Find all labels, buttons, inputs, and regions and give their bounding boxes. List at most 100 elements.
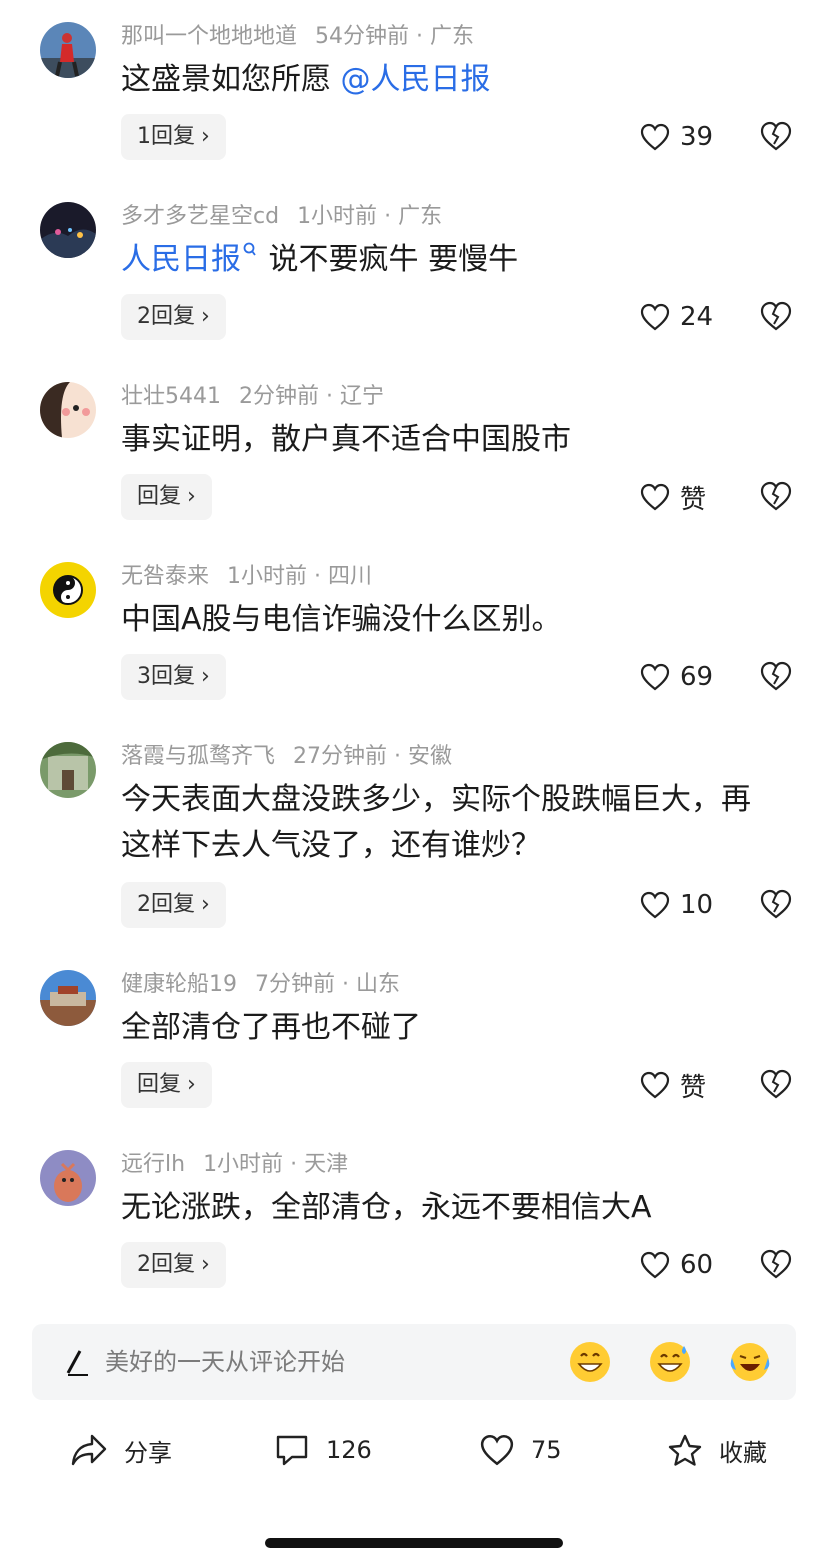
dislike-button[interactable] xyxy=(759,300,793,334)
comment-time: 1小时前 xyxy=(227,564,308,589)
search-icon xyxy=(243,242,256,256)
comment-username[interactable]: 落霞与孤鹜齐飞 xyxy=(121,744,275,769)
broken-heart-icon xyxy=(760,481,792,511)
comment-meta: 无咎泰来 1小时前 · 四川 xyxy=(121,562,372,592)
broken-heart-icon xyxy=(760,889,792,919)
reply-label: 2回复 xyxy=(137,1252,195,1277)
dislike-button[interactable] xyxy=(759,1068,793,1102)
avatar[interactable] xyxy=(40,22,96,78)
favorite-button[interactable]: 收藏 xyxy=(667,1415,767,1485)
avatar[interactable] xyxy=(40,202,96,258)
reply-button[interactable]: 2回复 › xyxy=(121,1242,226,1288)
like-button[interactable]: 赞 xyxy=(640,1062,706,1108)
comment-location: 天津 xyxy=(304,1152,349,1177)
comment-time: 1小时前 xyxy=(297,204,378,229)
comment-input[interactable]: 美好的一天从评论开始 xyxy=(32,1324,796,1400)
comment-text: 说不要疯牛 要慢牛 xyxy=(259,242,519,277)
avatar[interactable] xyxy=(40,562,96,618)
like-post-button[interactable]: 75 xyxy=(479,1415,562,1485)
like-button[interactable]: 赞 xyxy=(640,474,706,520)
comment-username[interactable]: 那叫一个地地地道 xyxy=(121,24,297,49)
comment-text: 无论涨跌，全部清仓，永远不要相信大A xyxy=(121,1190,652,1225)
home-indicator[interactable] xyxy=(265,1538,563,1548)
like-count: 24 xyxy=(680,302,714,332)
comment-body: 全部清仓了再也不碰了 xyxy=(121,1005,781,1051)
meta-separator: · xyxy=(342,972,349,997)
chevron-right-icon: › xyxy=(187,484,196,509)
avatar[interactable] xyxy=(40,742,96,798)
pen-icon xyxy=(66,1350,88,1376)
reply-label: 2回复 xyxy=(137,304,195,329)
comment-time: 2分钟前 xyxy=(239,384,319,409)
reply-label: 2回复 xyxy=(137,892,195,917)
heart-icon xyxy=(480,1435,514,1466)
star-icon xyxy=(668,1434,702,1466)
like-count: 赞 xyxy=(680,484,707,515)
comment-time: 54分钟前 xyxy=(315,24,410,49)
like-button[interactable]: 24 xyxy=(640,294,713,340)
comment-meta: 那叫一个地地地道 54分钟前 · 广东 xyxy=(121,22,474,52)
comment-text: 中国A股与电信诈骗没什么区别。 xyxy=(121,602,562,637)
comment-input-placeholder: 美好的一天从评论开始 xyxy=(105,1348,345,1376)
comment-location: 山东 xyxy=(356,972,401,997)
dislike-button[interactable] xyxy=(759,120,793,154)
reply-label: 回复 xyxy=(137,484,182,509)
comment-location: 安徽 xyxy=(408,744,453,769)
comment-username[interactable]: 健康轮船19 xyxy=(121,972,237,997)
like-button[interactable]: 10 xyxy=(640,882,713,928)
comment-username[interactable]: 远行lh xyxy=(121,1152,185,1177)
reply-button[interactable]: 回复 › xyxy=(121,1062,212,1108)
chevron-right-icon: › xyxy=(201,124,210,149)
bottom-action-bar: 分享 126 75 收藏 xyxy=(0,1415,828,1485)
comment-username[interactable]: 多才多艺星空cd xyxy=(121,204,279,229)
mention-link[interactable]: @人民日报 xyxy=(341,62,491,97)
mention-link[interactable]: 人民日报 xyxy=(121,242,241,277)
heart-icon xyxy=(640,1071,670,1099)
comment-text: 这盛景如您所愿 xyxy=(121,62,341,97)
sweat-smile-emoji-icon[interactable] xyxy=(648,1340,692,1384)
comment-time: 1小时前 xyxy=(203,1152,284,1177)
reply-button[interactable]: 2回复 › xyxy=(121,294,226,340)
reply-button[interactable]: 回复 › xyxy=(121,474,212,520)
comment-count: 126 xyxy=(326,1436,372,1464)
dislike-button[interactable] xyxy=(759,480,793,514)
like-count: 60 xyxy=(680,1250,714,1280)
comment-location: 四川 xyxy=(328,564,373,589)
reply-label: 1回复 xyxy=(137,124,195,149)
dislike-button[interactable] xyxy=(759,1248,793,1282)
dislike-button[interactable] xyxy=(759,660,793,694)
comment-count-button[interactable]: 126 xyxy=(274,1415,372,1485)
comment-body: 今天表面大盘没跌多少，实际个股跌幅巨大，再这样下去人气没了，还有谁炒？ xyxy=(121,777,771,869)
like-button[interactable]: 39 xyxy=(640,114,713,160)
comment-body: 事实证明，散户真不适合中国股市 xyxy=(121,417,781,463)
comment-meta: 远行lh 1小时前 · 天津 xyxy=(121,1150,348,1180)
reply-button[interactable]: 3回复 › xyxy=(121,654,226,700)
crying-laugh-emoji-icon[interactable] xyxy=(728,1340,772,1384)
broken-heart-icon xyxy=(760,121,792,151)
comment-text: 今天表面大盘没跌多少，实际个股跌幅巨大，再这样下去人气没了，还有谁炒？ xyxy=(121,782,751,863)
share-button[interactable]: 分享 xyxy=(70,1415,172,1485)
reply-label: 回复 xyxy=(137,1072,182,1097)
heart-icon xyxy=(640,891,670,919)
comment-location: 广东 xyxy=(398,204,443,229)
reply-button[interactable]: 2回复 › xyxy=(121,882,226,928)
comment-body: 这盛景如您所愿 @人民日报 xyxy=(121,57,781,103)
chevron-right-icon: › xyxy=(201,304,210,329)
grin-emoji-icon[interactable] xyxy=(568,1340,612,1384)
heart-icon xyxy=(640,663,670,691)
comment-username[interactable]: 壮壮5441 xyxy=(121,384,221,409)
like-count: 39 xyxy=(680,122,714,152)
dislike-button[interactable] xyxy=(759,888,793,922)
like-button[interactable]: 69 xyxy=(640,654,713,700)
comment-username[interactable]: 无咎泰来 xyxy=(121,564,209,589)
share-label: 分享 xyxy=(124,1438,172,1467)
avatar[interactable] xyxy=(40,970,96,1026)
comment-location: 辽宁 xyxy=(340,384,385,409)
like-button[interactable]: 60 xyxy=(640,1242,713,1288)
chevron-right-icon: › xyxy=(201,892,210,917)
avatar[interactable] xyxy=(40,382,96,438)
avatar[interactable] xyxy=(40,1150,96,1206)
comment-body: 中国A股与电信诈骗没什么区别。 xyxy=(121,597,781,643)
reply-button[interactable]: 1回复 › xyxy=(121,114,226,160)
comment-meta: 多才多艺星空cd 1小时前 · 广东 xyxy=(121,202,442,232)
